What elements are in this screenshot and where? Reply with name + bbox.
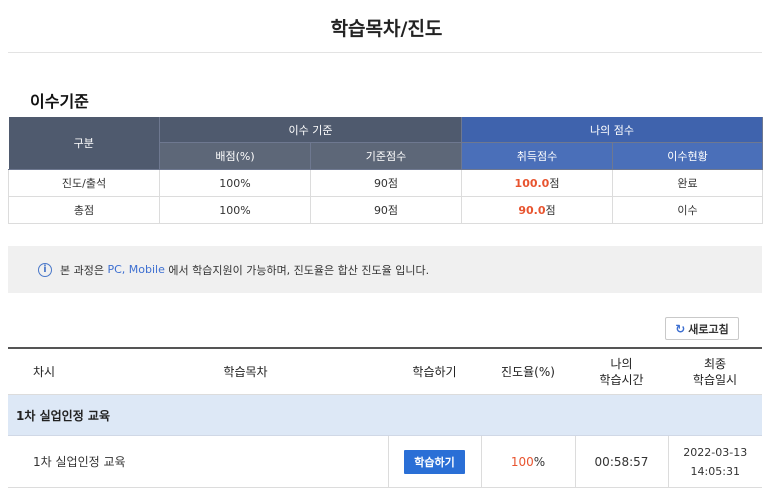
notice-suffix: 에서 학습지원이 가능하며, 진도율은 합산 진도율 입니다.: [164, 263, 430, 277]
header-last-study: 최종 학습일시: [668, 347, 762, 395]
refresh-label: 새로고침: [688, 322, 729, 336]
info-icon: i: [38, 262, 52, 277]
header-study: 학습하기: [388, 347, 481, 395]
header-completion-status: 이수현황: [612, 142, 764, 170]
refresh-button[interactable]: ↻ 새로고침: [665, 317, 739, 340]
section-title-criteria: 이수기준: [30, 92, 89, 111]
progress-value: 100: [510, 454, 534, 469]
header-allotment: 배점(%): [159, 142, 311, 170]
study-button[interactable]: 학습하기: [404, 449, 465, 474]
criteria-row: 진도/출석 100% 90점 100.0점 완료: [8, 169, 764, 197]
criteria-table: 구분 이수 기준 나의 점수 배점(%) 기준점수 취득점수 이수현황 진도/출…: [8, 117, 764, 224]
header-last-line2: 학습일시: [692, 372, 738, 387]
row-allotment: 100%: [159, 169, 311, 197]
lesson-progress: 100%: [480, 435, 575, 488]
earned-score-unit: 점: [549, 177, 560, 190]
header-contents: 학습목차: [103, 347, 388, 395]
title-divider: [8, 52, 762, 53]
lesson-my-time: 00:58:57: [574, 435, 668, 488]
header-base-score: 기준점수: [310, 142, 463, 170]
curriculum-table: 차시 학습목차 학습하기 진도율(%) 나의 학습시간 최종 학습일시 1차 실업인…: [8, 347, 762, 488]
header-my-time-line2: 학습시간: [599, 372, 644, 387]
notice-platforms: PC, Mobile: [107, 263, 165, 276]
header-progress: 진도율(%): [481, 347, 575, 395]
lesson-name: 1차 실업인정 교육: [8, 435, 388, 488]
header-my-time: 나의 학습시간: [575, 347, 668, 395]
header-last-line1: 최종: [703, 356, 727, 371]
earned-score-unit: 점: [545, 204, 556, 217]
row-allotment: 100%: [159, 196, 311, 224]
notice-box: i 본 과정은 PC, Mobile 에서 학습지원이 가능하며, 진도율은 합…: [8, 246, 762, 293]
row-earned-score: 100.0점: [461, 169, 614, 197]
row-category: 진도/출석: [8, 169, 160, 197]
lesson-last-study: 2022-03-13 14:05:31: [667, 435, 762, 488]
lesson-row: 1차 실업인정 교육 학습하기 100% 00:58:57 2022-03-13…: [8, 435, 762, 488]
group-title: 1차 실업인정 교육: [8, 394, 762, 436]
earned-score-value: 100.0: [514, 177, 550, 190]
page-title: 학습목차/진도: [330, 18, 443, 40]
header-session: 차시: [8, 347, 103, 395]
header-category: 구분: [8, 117, 160, 170]
progress-unit: %: [533, 454, 546, 469]
row-status: 이수: [612, 196, 764, 224]
lesson-study-cell: 학습하기: [387, 435, 481, 488]
row-base-score: 90점: [309, 196, 463, 224]
header-criteria-group: 이수 기준: [159, 117, 463, 143]
notice-prefix: 본 과정은: [60, 263, 108, 277]
row-base-score: 90점: [309, 169, 463, 197]
earned-score-value: 90.0: [518, 204, 546, 217]
row-earned-score: 90.0점: [461, 196, 614, 224]
header-my-time-line1: 나의: [610, 356, 633, 371]
criteria-row: 총점 100% 90점 90.0점 이수: [8, 196, 764, 224]
row-category: 총점: [8, 196, 160, 224]
row-status: 완료: [612, 169, 764, 197]
last-study-time: 14:05:31: [690, 464, 740, 478]
refresh-icon: ↻: [675, 321, 686, 336]
header-my-score-group: 나의 점수: [461, 117, 764, 143]
last-study-date: 2022-03-13: [683, 445, 748, 459]
group-row: 1차 실업인정 교육: [8, 394, 762, 436]
header-earned-score: 취득점수: [461, 142, 614, 170]
